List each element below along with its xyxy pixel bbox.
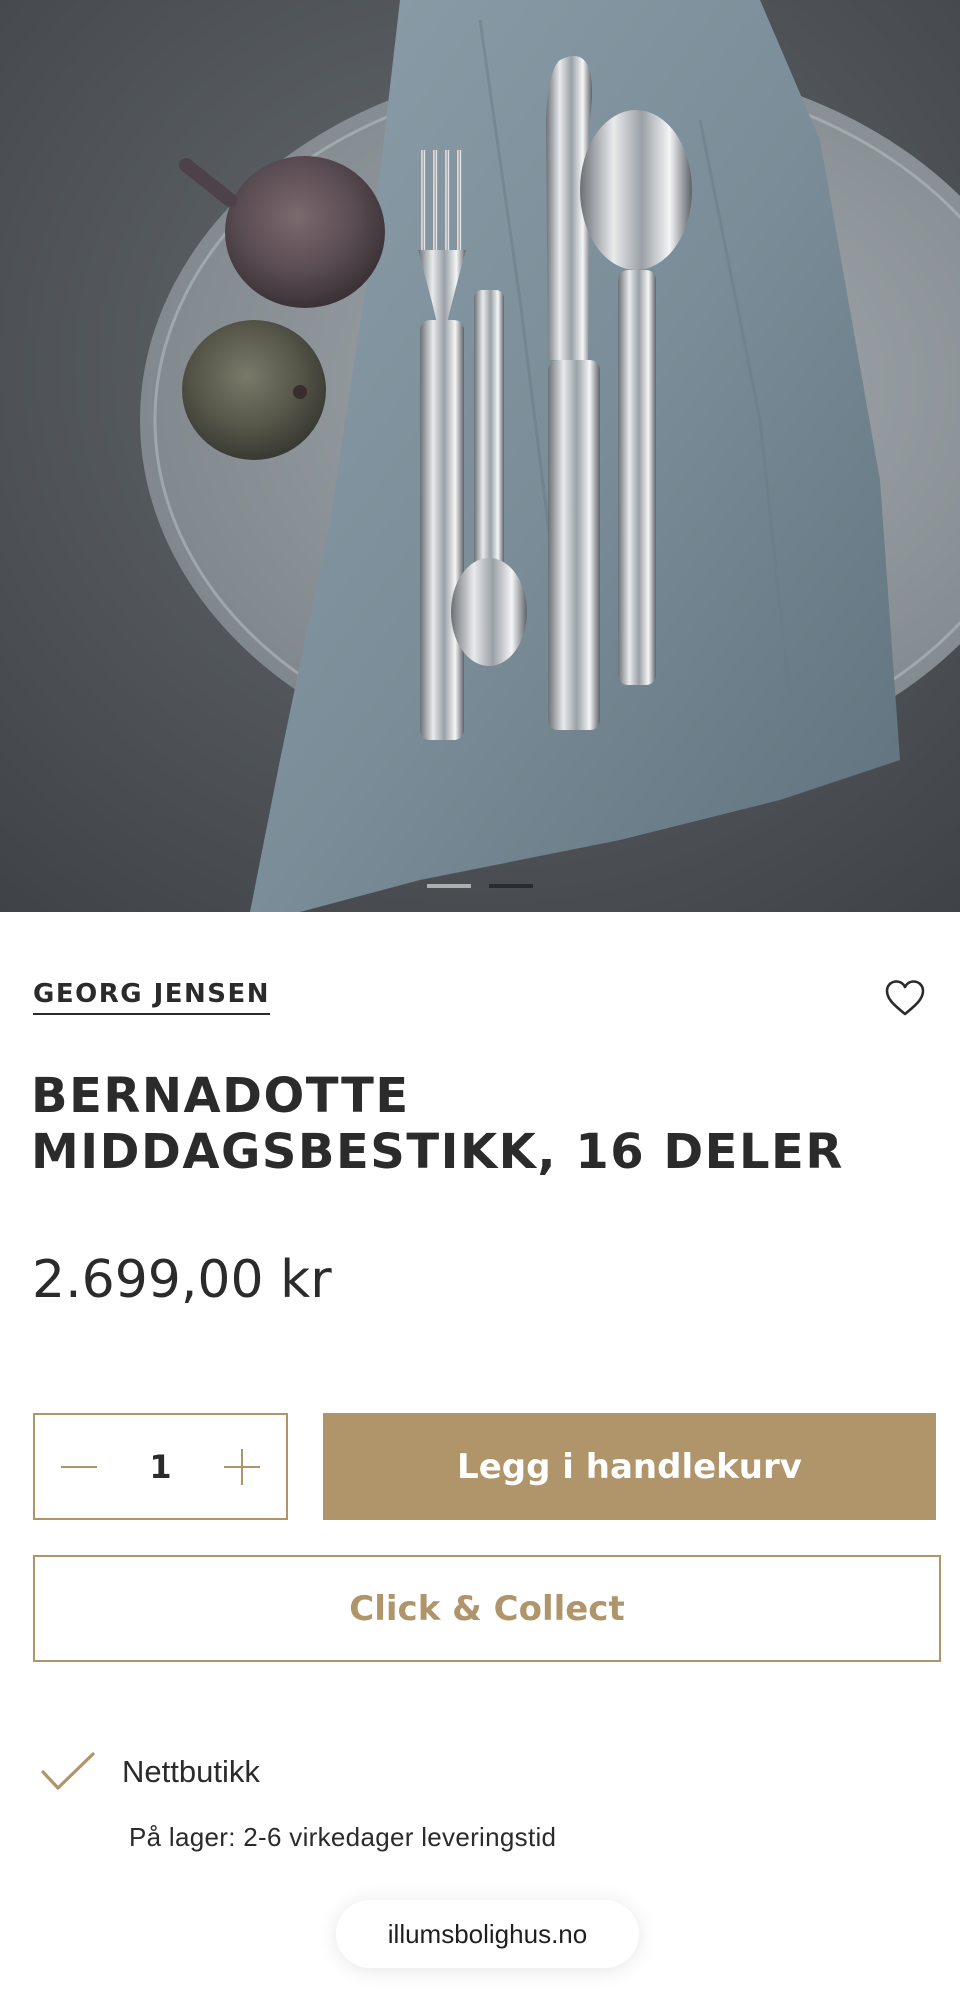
product-page: GEORG JENSEN BERNADOTTE MIDDAGSBESTIKK, … [0,0,960,1998]
availability-row: Nettbutikk [40,1750,260,1794]
checkmark-icon [41,1752,95,1790]
favorite-button[interactable] [883,976,927,1020]
carousel-dot[interactable] [427,884,471,888]
cutlery-figs-photo [0,0,960,912]
plus-icon [223,1448,260,1485]
availability-detail: På lager: 2-6 virkedager leveringstid [129,1822,557,1852]
quantity-decrement-button[interactable] [57,1445,101,1489]
minus-icon [61,1465,97,1468]
heart-outline-icon [885,980,925,1016]
click-collect-button[interactable]: Click & Collect [33,1555,941,1662]
product-price: 2.699,00 kr [32,1250,332,1310]
carousel-indicator [0,884,960,888]
quantity-increment-button[interactable] [220,1445,264,1489]
add-to-cart-button[interactable]: Legg i handlekurv [323,1413,936,1520]
product-image-carousel[interactable] [0,0,960,912]
browser-url-bar[interactable]: illumsbolighus.no [336,1900,639,1968]
quantity-stepper: 1 [33,1413,288,1520]
quantity-value[interactable]: 1 [149,1448,171,1486]
product-title: BERNADOTTE MIDDAGSBESTIKK, 16 DELER [31,1068,844,1180]
brand-row: GEORG JENSEN [33,976,927,1020]
availability-channel: Nettbutikk [122,1754,260,1789]
carousel-dot-active[interactable] [489,884,533,888]
brand-link[interactable]: GEORG JENSEN [33,981,271,1015]
